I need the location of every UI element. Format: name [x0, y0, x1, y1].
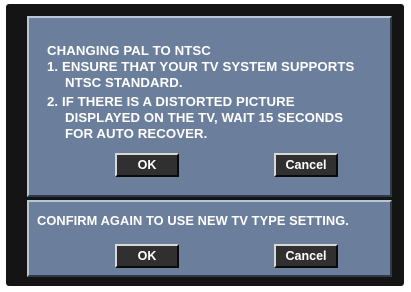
tv-screen: CHANGING PAL TO NTSC 1. ENSURE THAT YOUR… — [6, 4, 404, 286]
confirm-cancel-button[interactable]: Cancel — [274, 244, 338, 268]
cancel-button[interactable]: Cancel — [274, 153, 338, 177]
pal-to-ntsc-dialog: CHANGING PAL TO NTSC 1. ENSURE THAT YOUR… — [27, 16, 392, 197]
instruction-line: 2. IF THERE IS A DISTORTED PICTURE — [47, 94, 295, 109]
instruction-line: DISPLAYED ON THE TV, WAIT 15 SECONDS — [65, 110, 344, 125]
instruction-line: FOR AUTO RECOVER. — [65, 126, 208, 141]
instruction-line: 1. ENSURE THAT YOUR TV SYSTEM SUPPORTS — [47, 59, 355, 74]
ok-button[interactable]: OK — [115, 153, 179, 177]
dialog-title: CHANGING PAL TO NTSC — [47, 43, 211, 58]
confirm-tv-type-dialog: CONFIRM AGAIN TO USE NEW TV TYPE SETTING… — [27, 200, 392, 277]
confirm-ok-button[interactable]: OK — [115, 244, 179, 268]
confirm-message: CONFIRM AGAIN TO USE NEW TV TYPE SETTING… — [37, 213, 349, 228]
instruction-line: NTSC STANDARD. — [65, 75, 183, 90]
